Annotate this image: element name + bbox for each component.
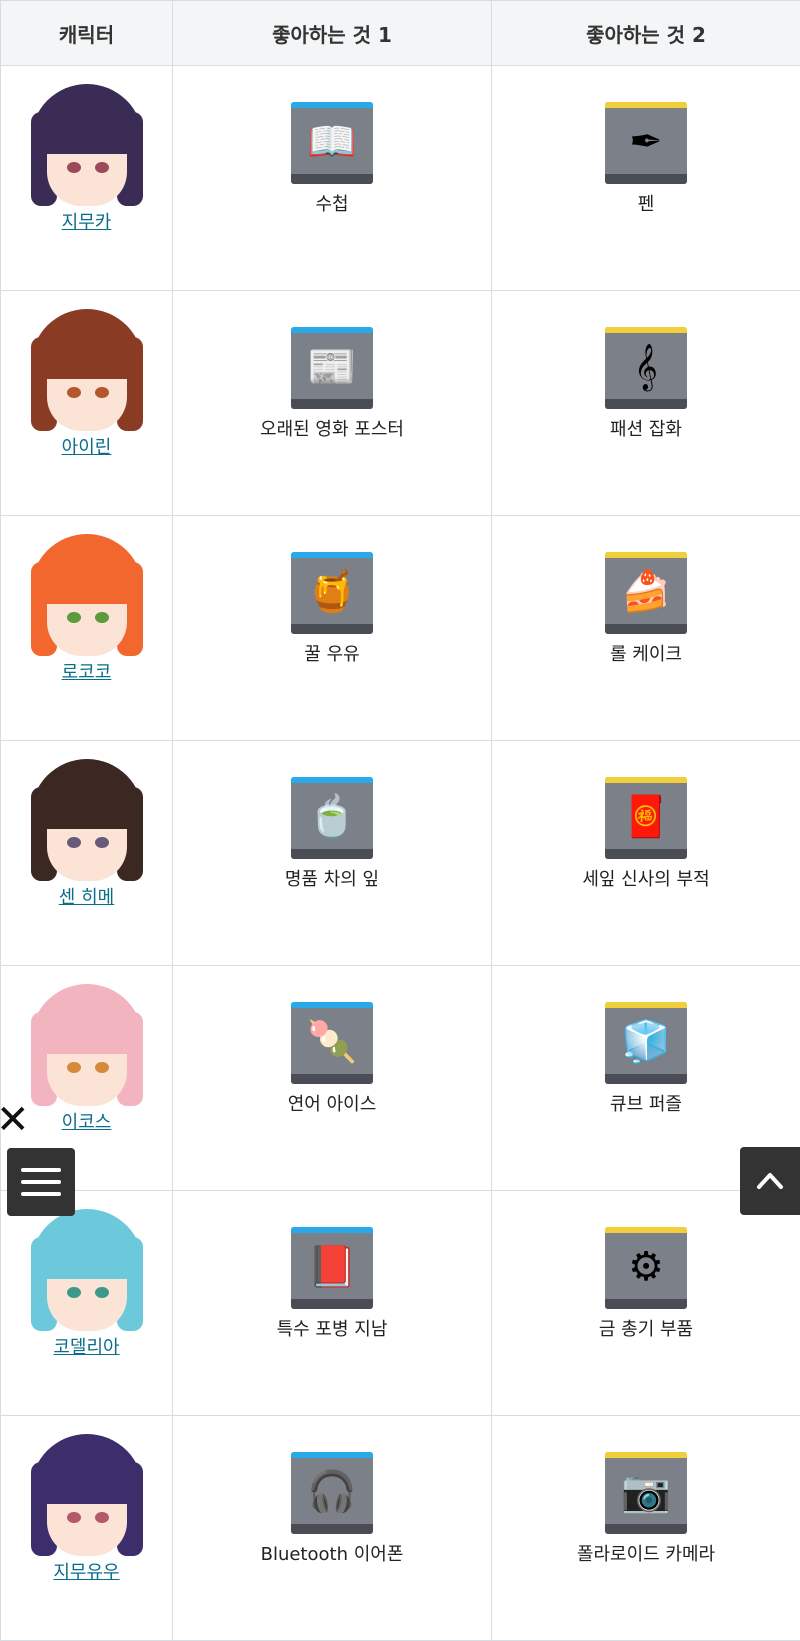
character-cell: 지무카 — [1, 66, 173, 291]
item-icon-box[interactable]: 📕 — [291, 1227, 373, 1309]
notebook-icon: 📖 — [291, 110, 373, 174]
character-name-link[interactable]: 코델리아 — [53, 1333, 119, 1359]
item-icon-box[interactable]: 🍰 — [605, 552, 687, 634]
guidebook-icon: 📕 — [291, 1235, 373, 1299]
character-name-link[interactable]: 지무유우 — [53, 1558, 119, 1584]
tea-leaves-icon: 🍵 — [291, 785, 373, 849]
character-portrait[interactable] — [25, 757, 149, 881]
favorite-2-label: 폴라로이드 카메라 — [492, 1540, 800, 1566]
item-icon-box[interactable]: 📷 — [605, 1452, 687, 1534]
favorite-1-cell: 🍯 꿀 우유 — [173, 516, 492, 741]
character-cell: 코델리아 — [1, 1191, 173, 1416]
character-name-link[interactable]: 지무카 — [62, 208, 112, 234]
close-icon[interactable]: ✕ — [0, 1100, 30, 1140]
favorite-1-cell: 🍡 연어 아이스 — [173, 966, 492, 1191]
item-icon-box[interactable]: 𝄞 — [605, 327, 687, 409]
bluetooth-earphone-icon: 🎧 — [291, 1460, 373, 1524]
favorite-2-label: 큐브 퍼즐 — [492, 1090, 800, 1116]
favorites-table: 캐릭터 좋아하는 것 1 좋아하는 것 2 지무카📖수첩✒펜아이린📰오래된 영화… — [0, 0, 800, 1641]
character-portrait[interactable] — [25, 982, 149, 1106]
table-row: 지무유우 🎧 Bluetooth 이어폰 📷 폴라로이드 카메라 — [1, 1416, 800, 1641]
item-icon-box[interactable]: 📰 — [291, 327, 373, 409]
table-row: 아이린 📰 오래된 영화 포스터 𝄞 패션 잡화 — [1, 291, 800, 516]
header-row: 캐릭터 좋아하는 것 1 좋아하는 것 2 — [1, 1, 800, 66]
favorite-2-label: 금 총기 부품 — [492, 1315, 800, 1341]
favorite-2-cell: ✒펜 — [492, 66, 800, 291]
favorite-1-label: 연어 아이스 — [173, 1090, 491, 1116]
character-portrait[interactable] — [25, 1207, 149, 1331]
favorite-2-label: 펜 — [492, 190, 800, 216]
favorite-1-cell: 📰 오래된 영화 포스터 — [173, 291, 492, 516]
honey-milk-icon: 🍯 — [291, 560, 373, 624]
favorite-1-label: 꿀 우유 — [173, 640, 491, 666]
hamburger-icon — [21, 1168, 61, 1172]
item-icon-box[interactable]: 🍡 — [291, 1002, 373, 1084]
table-row: 로코코 🍯 꿀 우유 🍰 롤 케이크 — [1, 516, 800, 741]
favorite-1-label: 오래된 영화 포스터 — [173, 415, 491, 441]
roll-cake-icon: 🍰 — [605, 560, 687, 624]
favorite-2-cell: 𝄞 패션 잡화 — [492, 291, 800, 516]
favorite-1-cell: 📖 수첩 — [173, 66, 492, 291]
header-favorite-2: 좋아하는 것 2 — [492, 1, 800, 66]
item-icon-box[interactable]: 🎧 — [291, 1452, 373, 1534]
character-cell: 로코코 — [1, 516, 173, 741]
table-row: 이코스 🍡 연어 아이스 🧊 큐브 퍼즐 — [1, 966, 800, 1191]
header-favorite-1: 좋아하는 것 1 — [173, 1, 492, 66]
shrine-charm-icon: 🧧 — [605, 785, 687, 849]
cube-puzzle-icon: 🧊 — [605, 1010, 687, 1074]
character-name-link[interactable]: 이코스 — [62, 1108, 112, 1134]
item-icon-box[interactable]: 🧧 — [605, 777, 687, 859]
character-portrait[interactable] — [25, 82, 149, 206]
fountain-pen-icon: ✒ — [605, 110, 687, 174]
salmon-ice-icon: 🍡 — [291, 1010, 373, 1074]
favorite-1-cell: 🍵 명품 차의 잎 — [173, 741, 492, 966]
item-icon-box[interactable]: ⚙ — [605, 1227, 687, 1309]
character-name-link[interactable]: 센 히메 — [59, 883, 114, 909]
gun-part-icon: ⚙ — [605, 1235, 687, 1299]
character-portrait[interactable] — [25, 1432, 149, 1556]
table-row: 센 히메 🍵 명품 차의 잎 🧧 세잎 신사의 부적 — [1, 741, 800, 966]
character-cell: 아이린 — [1, 291, 173, 516]
favorite-1-cell: 🎧 Bluetooth 이어폰 — [173, 1416, 492, 1641]
character-portrait[interactable] — [25, 532, 149, 656]
character-cell: 지무유우 — [1, 1416, 173, 1641]
item-icon-box[interactable]: 📖 — [291, 102, 373, 184]
item-icon-box[interactable]: 🍵 — [291, 777, 373, 859]
fashion-accessory-icon: 𝄞 — [605, 335, 687, 399]
favorite-2-cell: 📷 폴라로이드 카메라 — [492, 1416, 800, 1641]
character-portrait[interactable] — [25, 307, 149, 431]
scroll-top-button[interactable] — [740, 1147, 800, 1215]
favorite-1-label: 특수 포병 지남 — [173, 1315, 491, 1341]
favorite-1-cell: 📕 특수 포병 지남 — [173, 1191, 492, 1416]
table-row: 지무카📖수첩✒펜 — [1, 66, 800, 291]
item-icon-box[interactable]: ✒ — [605, 102, 687, 184]
favorite-2-cell: 🍰 롤 케이크 — [492, 516, 800, 741]
favorite-2-cell: ⚙ 금 총기 부품 — [492, 1191, 800, 1416]
movie-poster-icon: 📰 — [291, 335, 373, 399]
header-character: 캐릭터 — [1, 1, 173, 66]
character-name-link[interactable]: 로코코 — [62, 658, 112, 684]
favorite-2-label: 세잎 신사의 부적 — [492, 865, 800, 891]
character-name-link[interactable]: 아이린 — [62, 433, 112, 459]
menu-button[interactable] — [7, 1148, 75, 1216]
table-row: 코델리아 📕 특수 포병 지남 ⚙ 금 총기 부품 — [1, 1191, 800, 1416]
favorite-2-label: 패션 잡화 — [492, 415, 800, 441]
chevron-up-icon — [756, 1169, 784, 1193]
polaroid-camera-icon: 📷 — [605, 1460, 687, 1524]
item-icon-box[interactable]: 🍯 — [291, 552, 373, 634]
favorite-2-cell: 🧧 세잎 신사의 부적 — [492, 741, 800, 966]
item-icon-box[interactable]: 🧊 — [605, 1002, 687, 1084]
favorite-1-label: 명품 차의 잎 — [173, 865, 491, 891]
character-cell: 센 히메 — [1, 741, 173, 966]
favorite-1-label: Bluetooth 이어폰 — [173, 1540, 491, 1566]
favorite-1-label: 수첩 — [173, 190, 491, 216]
favorite-2-label: 롤 케이크 — [492, 640, 800, 666]
